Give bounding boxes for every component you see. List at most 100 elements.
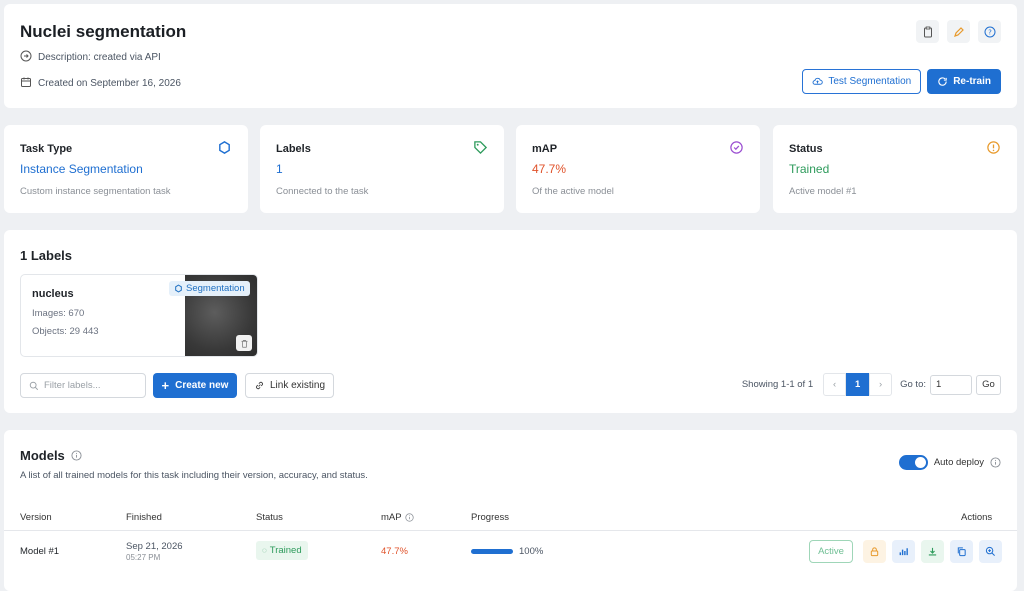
filter-labels-field[interactable] (20, 373, 146, 398)
column-header-finished: Finished (126, 512, 162, 523)
copy-button[interactable] (950, 540, 973, 563)
model-version: Model #1 (20, 546, 60, 557)
models-section: Models A list of all trained models for … (4, 430, 1017, 591)
stat-label: mAP (532, 143, 558, 155)
go-button[interactable]: Go (976, 374, 1001, 395)
test-segmentation-label: Test Segmentation (828, 76, 912, 87)
check-circle-icon (729, 140, 744, 158)
next-page-button[interactable]: › (869, 373, 893, 396)
svg-text:?: ? (988, 28, 992, 36)
link-existing-button[interactable]: Link existing (245, 373, 334, 398)
clipboard-button[interactable] (916, 20, 939, 43)
delete-label-button[interactable] (236, 335, 252, 351)
retrain-label: Re-train (953, 76, 991, 87)
clipboard-icon (923, 26, 932, 37)
stat-card-task-type: Task Type Instance Segmentation Custom i… (4, 125, 248, 213)
help-icon: ? (984, 26, 995, 37)
model-status-badge: ◌ Trained (256, 541, 308, 560)
prev-page-button[interactable]: ‹ (823, 373, 847, 396)
stat-card-status: Status Trained Active model #1 (773, 125, 1017, 213)
created-row: Created on September 16, 2026 (20, 76, 181, 91)
label-objects-count: Objects: 29 443 (32, 326, 99, 337)
info-icon[interactable] (990, 457, 1001, 468)
labels-title: 1 Labels (20, 248, 73, 263)
info-icon[interactable] (71, 450, 82, 461)
stat-value: 47.7% (532, 162, 567, 176)
stat-label: Status (789, 143, 823, 155)
info-icon[interactable] (404, 513, 414, 522)
metrics-button[interactable] (892, 540, 915, 563)
copy-icon (957, 547, 966, 557)
model-progress-bar (471, 549, 513, 554)
chevron-left-icon: ‹ (833, 379, 837, 390)
description-row: Description: created via API (20, 50, 161, 65)
segmentation-badge-label: Segmentation (186, 283, 245, 294)
zoom-in-icon (985, 546, 995, 556)
stat-value: 1 (276, 162, 283, 176)
labels-pagination: Showing 1-1 of 1 ‹ 1 › Go to: 1 Go (742, 373, 1001, 396)
calendar-icon (20, 76, 32, 91)
column-header-map-label: mAP (381, 512, 402, 523)
stat-subtext: Of the active model (532, 186, 614, 197)
header-action-buttons: Test Segmentation Re-train (802, 69, 1001, 94)
stat-value: Instance Segmentation (20, 162, 143, 176)
label-images-count: Images: 670 (32, 308, 85, 319)
stat-label: Labels (276, 143, 311, 155)
description-text: Description: created via API (38, 52, 161, 63)
stat-subtext: Custom instance segmentation task (20, 186, 171, 197)
link-icon (256, 381, 263, 390)
segmentation-badge: Segmentation (169, 281, 250, 296)
arrow-circle-icon (20, 50, 32, 65)
column-header-map: mAP (381, 512, 414, 523)
auto-deploy-control: Auto deploy (898, 455, 1001, 470)
download-icon (928, 547, 937, 556)
column-header-status: Status (256, 512, 283, 523)
showing-text: Showing 1-1 of 1 (741, 379, 814, 390)
retrain-button[interactable]: Re-train (927, 69, 1001, 94)
models-header: Models (20, 448, 82, 463)
hexagon-icon (217, 140, 232, 158)
alert-circle-icon (986, 140, 1001, 158)
model-finished-date: Sep 21, 2026 (126, 541, 183, 552)
create-new-button[interactable]: + Create new (153, 373, 237, 398)
stat-value: Trained (789, 162, 830, 176)
filter-labels-input[interactable] (44, 380, 134, 391)
plus-icon: + (161, 378, 170, 393)
stat-card-labels: Labels 1 Connected to the task (260, 125, 504, 213)
label-card-nucleus[interactable]: nucleus Images: 670 Objects: 29 443 Segm… (20, 274, 258, 357)
goto-label: Go to: (900, 379, 926, 390)
model-progress-text: 100% (519, 546, 544, 557)
cloud-upload-icon (812, 77, 824, 85)
chevron-right-icon: › (879, 379, 883, 390)
models-title: Models (20, 448, 65, 463)
model-map: 47.7% (381, 546, 408, 557)
table-divider (4, 530, 1017, 531)
test-segmentation-button[interactable]: Test Segmentation (802, 69, 922, 94)
auto-deploy-toggle[interactable] (898, 455, 928, 470)
inspect-button[interactable] (979, 540, 1002, 563)
label-name: nucleus (32, 288, 74, 300)
lock-button[interactable] (863, 540, 886, 563)
stat-label: Task Type (20, 143, 73, 155)
active-button[interactable]: Active (809, 540, 853, 563)
bar-chart-icon (899, 548, 908, 556)
create-new-label: Create new (175, 380, 229, 391)
created-text: Created on September 16, 2026 (38, 78, 181, 89)
search-icon (29, 381, 39, 390)
download-button[interactable] (921, 540, 944, 563)
page-button-1[interactable]: 1 (846, 373, 870, 396)
page-title: Nuclei segmentation (20, 22, 187, 41)
labels-section: 1 Labels nucleus Images: 670 Objects: 29… (4, 230, 1017, 413)
refresh-icon (938, 77, 947, 86)
help-button[interactable]: ? (978, 20, 1001, 43)
hexagon-icon (175, 284, 182, 293)
goto-page-input[interactable]: 1 (930, 374, 972, 395)
stat-subtext: Connected to the task (276, 186, 369, 197)
trash-icon (241, 339, 247, 348)
tag-icon (473, 140, 488, 158)
pencil-icon (953, 26, 964, 37)
edit-button[interactable] (947, 20, 970, 43)
stat-card-map: mAP 47.7% Of the active model (516, 125, 760, 213)
model-finished-time: 05:27 PM (126, 553, 161, 562)
column-header-version: Version (20, 512, 52, 523)
